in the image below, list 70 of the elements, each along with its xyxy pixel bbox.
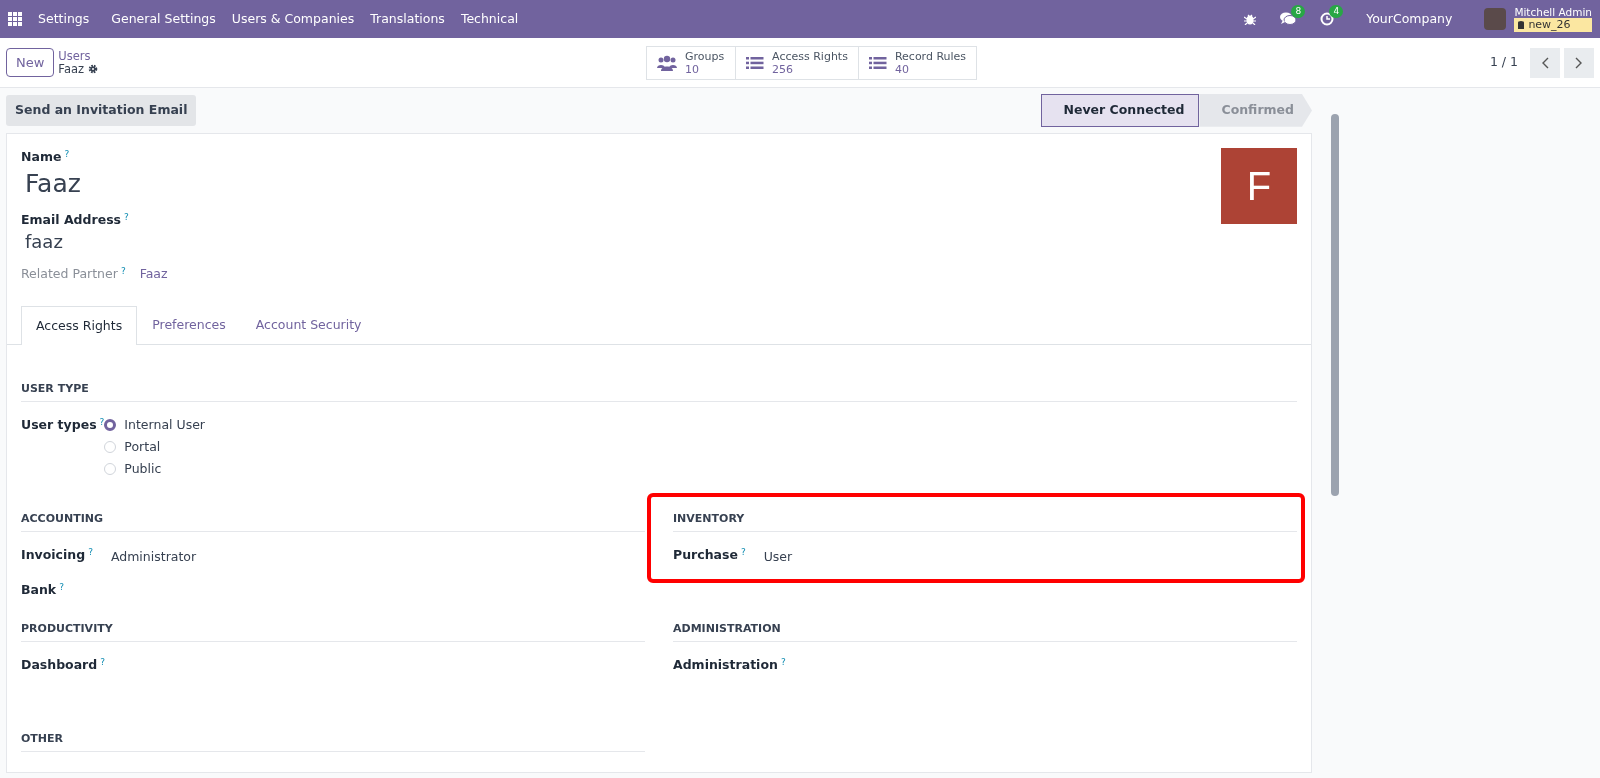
help-mark[interactable]: ? bbox=[124, 210, 129, 230]
menu-item[interactable]: Translations bbox=[362, 9, 453, 29]
chevron-right-icon bbox=[1575, 56, 1583, 69]
field-label: Bank bbox=[21, 581, 57, 599]
app-title[interactable]: Settings bbox=[30, 9, 98, 29]
email-value: faaz bbox=[24, 230, 64, 255]
count-badge: 8 bbox=[1291, 5, 1306, 18]
tab[interactable]: Preferences bbox=[137, 306, 241, 344]
radio-label: Public bbox=[124, 459, 162, 478]
invite-button[interactable]: Send an Invitation Email bbox=[6, 95, 197, 126]
avatar-image[interactable]: F bbox=[1221, 147, 1297, 224]
users-icon bbox=[657, 54, 678, 71]
help-mark[interactable]: ? bbox=[88, 546, 93, 565]
menu-item[interactable]: Users & Companies bbox=[223, 9, 363, 29]
field-value: User bbox=[763, 548, 793, 567]
field-label: User types bbox=[21, 416, 97, 435]
bug-icon[interactable] bbox=[1244, 13, 1257, 25]
section-heading: USER TYPE bbox=[21, 380, 1297, 403]
field-label: Name bbox=[21, 147, 62, 166]
list-icon bbox=[746, 55, 765, 70]
help-mark[interactable]: ? bbox=[120, 265, 126, 284]
gear-icon[interactable] bbox=[88, 64, 99, 74]
section-heading: ACCOUNTING bbox=[21, 510, 645, 533]
smart-button[interactable]: Groups 10 bbox=[646, 45, 737, 80]
pager-value: 1 / 1 bbox=[1489, 53, 1518, 72]
partner-link[interactable]: Faaz bbox=[139, 265, 168, 284]
tab[interactable]: Account Security bbox=[240, 306, 377, 344]
field-label: Email Address bbox=[21, 210, 121, 229]
tab[interactable]: Access Rights bbox=[21, 306, 138, 345]
smart-button[interactable]: Record Rules 40 bbox=[858, 45, 978, 80]
status-step[interactable]: Never Connected bbox=[1040, 94, 1200, 127]
list-icon bbox=[868, 55, 887, 70]
database-name: new_26 bbox=[1528, 18, 1571, 32]
section-heading: INVENTORY bbox=[673, 510, 1297, 533]
field-label: Purchase bbox=[673, 546, 738, 565]
field-label: Related Partner bbox=[21, 265, 118, 284]
help-mark[interactable]: ? bbox=[59, 581, 64, 600]
help-mark[interactable]: ? bbox=[64, 147, 70, 167]
breadcrumb-current: Faaz bbox=[58, 62, 85, 76]
name-value: Faaz bbox=[24, 167, 82, 200]
help-mark[interactable]: ? bbox=[740, 546, 746, 565]
count-badge: 4 bbox=[1329, 5, 1344, 18]
new-button[interactable]: New bbox=[6, 47, 55, 78]
breadcrumb-link[interactable]: Users bbox=[58, 49, 99, 63]
radio-label: Portal bbox=[124, 437, 161, 456]
field-value: Administrator bbox=[110, 548, 197, 567]
smart-button[interactable]: Access Rights 256 bbox=[736, 45, 859, 80]
radio-option[interactable]: Public bbox=[104, 460, 205, 479]
chevron-left-icon bbox=[1541, 56, 1549, 69]
database-icon bbox=[1518, 21, 1525, 29]
company-switcher[interactable]: YourCompany bbox=[1358, 9, 1461, 29]
scrollbar[interactable] bbox=[1331, 114, 1339, 496]
radio-button[interactable] bbox=[104, 419, 117, 432]
help-mark[interactable]: ? bbox=[100, 656, 105, 675]
field-label: Dashboard bbox=[21, 656, 98, 675]
section-heading: PRODUCTIVITY bbox=[21, 620, 645, 643]
apps-menu-icon[interactable] bbox=[8, 12, 22, 26]
radio-label: Internal User bbox=[124, 415, 205, 434]
radio-option[interactable]: Internal User bbox=[104, 416, 205, 435]
field-label: Invoicing bbox=[21, 546, 86, 565]
radio-option[interactable]: Portal bbox=[104, 438, 205, 457]
section-heading: ADMINISTRATION bbox=[673, 620, 1297, 643]
clock-icon[interactable] bbox=[1320, 12, 1335, 26]
menu-item[interactable]: General Settings bbox=[103, 9, 224, 29]
field-label: Administration bbox=[673, 656, 778, 675]
menu-item[interactable]: Technical bbox=[452, 9, 527, 29]
help-mark[interactable]: ? bbox=[780, 656, 786, 675]
section-heading: OTHER bbox=[21, 730, 645, 753]
user-name[interactable]: Mitchell Admin bbox=[1514, 6, 1592, 18]
help-mark[interactable]: ? bbox=[99, 416, 105, 435]
